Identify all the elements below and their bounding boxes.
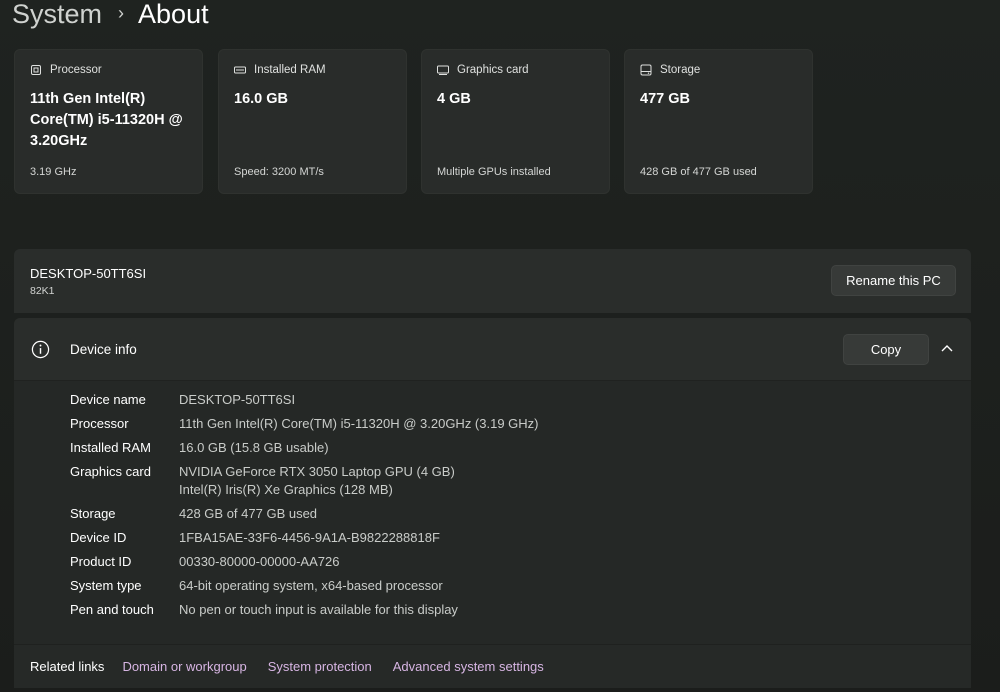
pc-name-row: DESKTOP-50TT6SI 82K1 Rename this PC [14,249,971,313]
rename-pc-button[interactable]: Rename this PC [831,265,956,296]
storage-card-sub: 428 GB of 477 GB used [640,166,757,178]
page-title: About [138,0,209,29]
processor-card-value: 11th Gen Intel(R) Core(TM) i5-11320H @ 3… [30,91,183,149]
device-specs: Device name DESKTOP-50TT6SI Processor 11… [70,391,539,625]
spec-row-product-id: Product ID 00330-80000-00000-AA726 [70,553,539,571]
ram-card-value: 16.0 GB [234,91,288,107]
storage-card-value: 477 GB [640,91,690,107]
processor-card: Processor 11th Gen Intel(R) Core(TM) i5-… [14,49,203,194]
copy-button[interactable]: Copy [843,334,929,365]
spec-row-device-id: Device ID 1FBA15AE-33F6-4456-9A1A-B98222… [70,529,539,547]
chevron-up-icon[interactable] [940,343,954,353]
spec-row-processor: Processor 11th Gen Intel(R) Core(TM) i5-… [70,415,539,433]
spec-value: No pen or touch input is available for t… [179,602,458,617]
ram-card-title: Installed RAM [254,64,326,76]
processor-icon [31,65,41,75]
graphics-card-sub: Multiple GPUs installed [437,166,551,178]
ram-card: Installed RAM 16.0 GB Speed: 3200 MT/s [218,49,407,194]
device-info-title: Device info [70,342,137,357]
graphics-card-value: 4 GB [437,91,471,107]
graphics-card-title: Graphics card [457,64,529,76]
processor-card-sub: 3.19 GHz [30,166,77,178]
spec-value: 64-bit operating system, x64-based proce… [179,578,443,593]
domain-or-workgroup-link[interactable]: Domain or workgroup [122,659,246,674]
spec-row-pen-and-touch: Pen and touch No pen or touch input is a… [70,601,539,619]
spec-label: Graphics card [70,464,151,479]
graphics-card-icon [437,65,449,75]
spec-value-line: NVIDIA GeForce RTX 3050 Laptop GPU (4 GB… [179,464,455,479]
device-info-header[interactable]: Device info Copy [14,318,971,381]
related-links-label: Related links [30,659,105,674]
spec-label: Processor [70,416,129,431]
spec-value: 428 GB of 477 GB used [179,506,318,521]
storage-card-title: Storage [660,64,701,76]
breadcrumb-separator-icon: › [118,2,125,23]
device-info-panel: Device info Copy Device name DESKTOP-50T… [14,318,971,688]
ram-icon [234,66,246,74]
spec-label: Installed RAM [70,440,151,455]
spec-label: Product ID [70,554,132,569]
spec-row-device-name: Device name DESKTOP-50TT6SI [70,391,539,409]
spec-value-line: Intel(R) Iris(R) Xe Graphics (128 MB) [179,482,393,497]
storage-card: Storage 477 GB 428 GB of 477 GB used [624,49,813,194]
spec-row-storage: Storage 428 GB of 477 GB used [70,505,539,523]
breadcrumb: System › About [12,0,209,34]
spec-label: Storage [70,506,116,521]
spec-value: NVIDIA GeForce RTX 3050 Laptop GPU (4 GB… [179,463,455,499]
advanced-system-settings-link[interactable]: Advanced system settings [393,659,544,674]
spec-row-graphics-card: Graphics card NVIDIA GeForce RTX 3050 La… [70,463,539,499]
spec-value: 16.0 GB (15.8 GB usable) [179,440,329,455]
ram-card-sub: Speed: 3200 MT/s [234,166,324,178]
spec-label: Pen and touch [70,602,154,617]
spec-value: 11th Gen Intel(R) Core(TM) i5-11320H @ 3… [179,416,539,431]
spec-value: 00330-80000-00000-AA726 [179,554,340,569]
info-icon [31,340,50,359]
related-links-row: Related links Domain or workgroup System… [14,644,971,688]
breadcrumb-system[interactable]: System [12,0,102,30]
spec-label: System type [70,578,142,593]
system-protection-link[interactable]: System protection [268,659,372,674]
pc-name: DESKTOP-50TT6SI [30,266,147,281]
spec-row-system-type: System type 64-bit operating system, x64… [70,577,539,595]
processor-card-title: Processor [50,64,102,76]
graphics-card-card: Graphics card 4 GB Multiple GPUs install… [421,49,610,194]
spec-row-installed-ram: Installed RAM 16.0 GB (15.8 GB usable) [70,439,539,457]
spec-label: Device ID [70,530,127,545]
spec-value: 1FBA15AE-33F6-4456-9A1A-B9822288818F [179,530,440,545]
pc-model: 82K1 [30,285,55,297]
storage-icon [640,64,652,76]
spec-value: DESKTOP-50TT6SI [179,392,296,407]
spec-label: Device name [70,392,146,407]
